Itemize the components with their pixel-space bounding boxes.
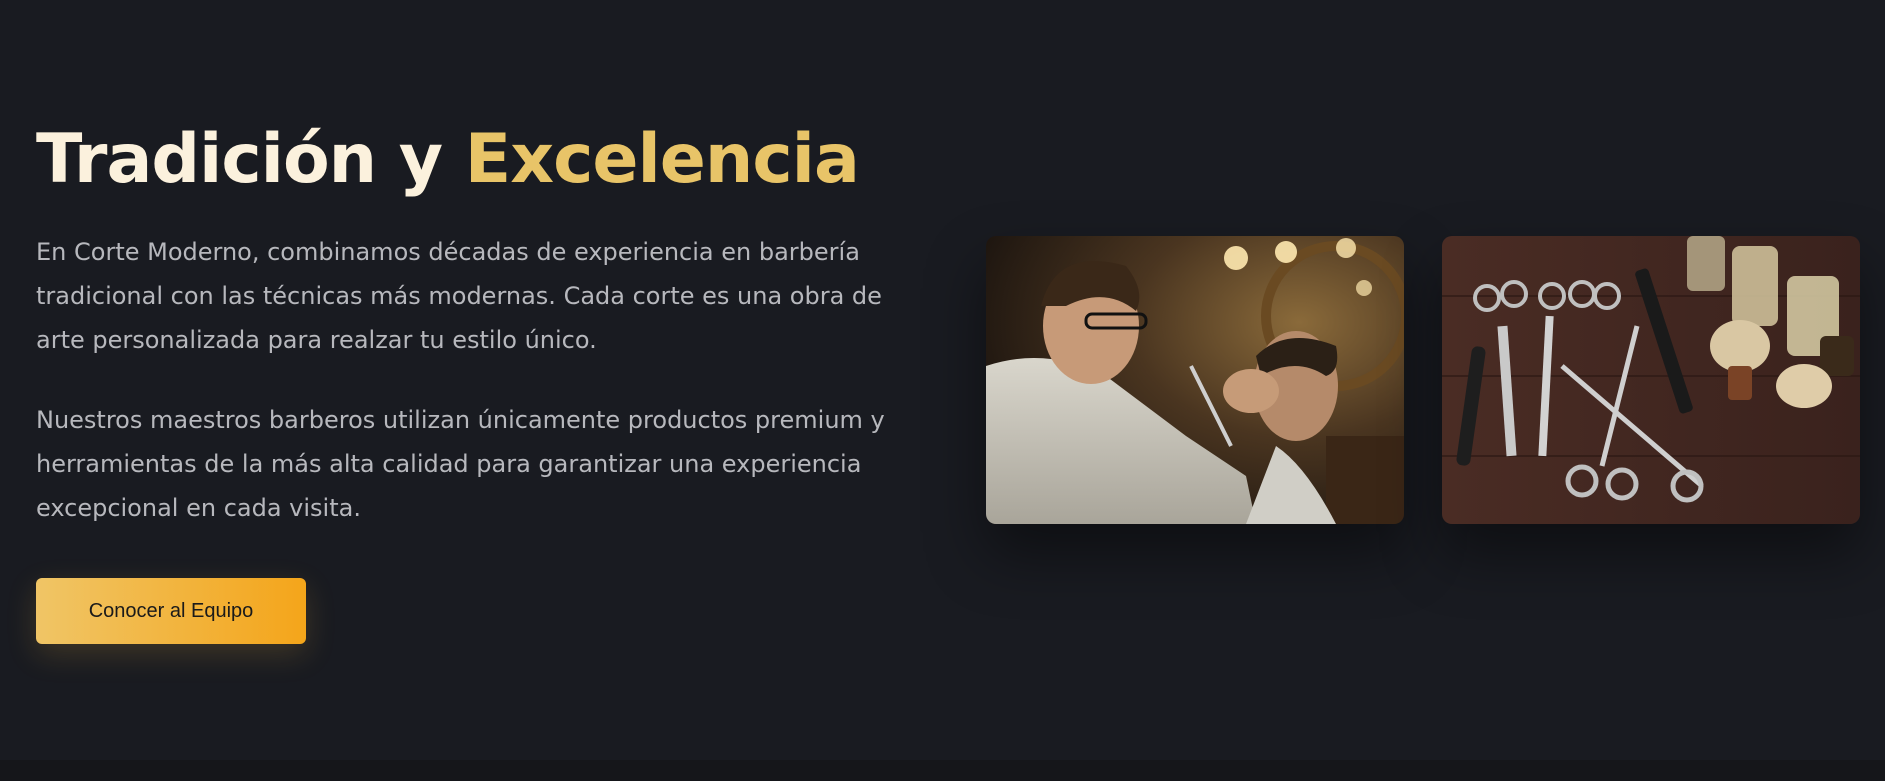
title-accent: Excelencia xyxy=(464,120,860,199)
about-text-column: Tradición y Excelencia En Corte Moderno,… xyxy=(36,120,916,644)
title-main: Tradición y xyxy=(36,120,465,199)
intro-paragraph: En Corte Moderno, combinamos décadas de … xyxy=(36,238,882,354)
meet-team-button[interactable]: Conocer al Equipo xyxy=(36,578,306,644)
page: Tradición y Excelencia En Corte Moderno,… xyxy=(0,0,1885,781)
about-section: Tradición y Excelencia En Corte Moderno,… xyxy=(0,0,1885,760)
section-divider xyxy=(0,760,1885,781)
barber-cutting-hair-image xyxy=(986,236,1404,524)
barber-tools-image xyxy=(1442,236,1860,524)
quality-paragraph: Nuestros maestros barberos utilizan únic… xyxy=(36,406,885,522)
section-title: Tradición y Excelencia xyxy=(36,120,916,200)
